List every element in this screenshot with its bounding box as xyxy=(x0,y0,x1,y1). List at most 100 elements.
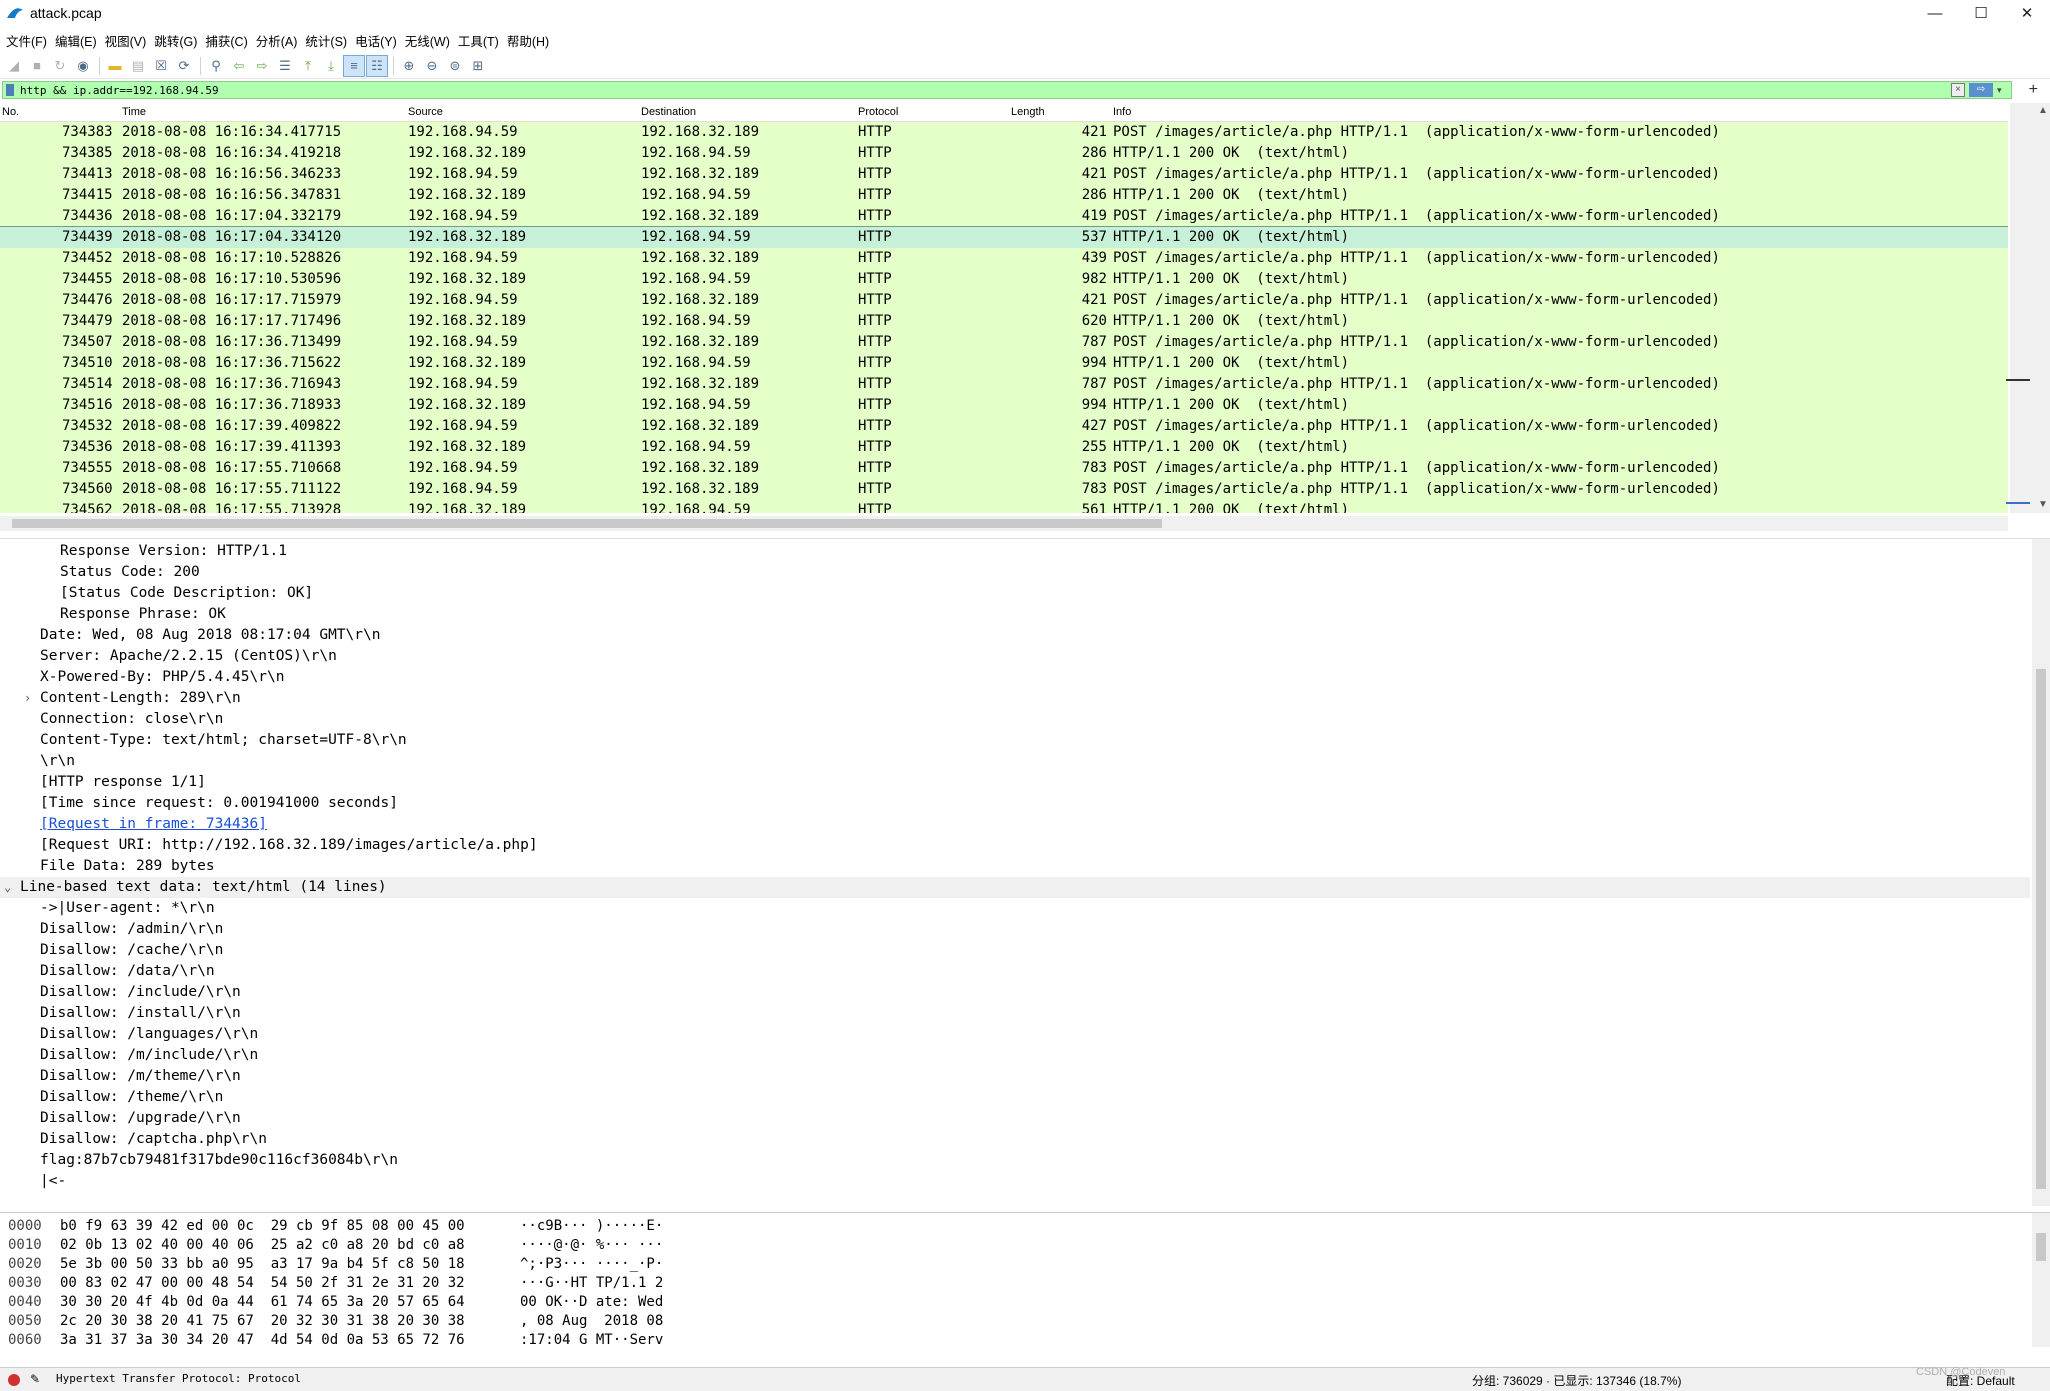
details-line[interactable]: ->|User-agent: *\r\n xyxy=(0,898,2030,919)
expert-info-icon[interactable] xyxy=(8,1374,20,1386)
reload-icon[interactable]: ⟳ xyxy=(173,55,195,77)
menu-tools[interactable]: 工具(T) xyxy=(456,29,505,52)
first-packet-icon[interactable]: ⤒ xyxy=(297,55,319,77)
menu-capture[interactable]: 捕获(C) xyxy=(203,29,253,52)
details-scrollbar[interactable] xyxy=(2032,539,2050,1206)
details-line[interactable]: Response Phrase: OK xyxy=(0,604,2030,625)
restart-icon[interactable]: ↻ xyxy=(49,55,71,77)
details-line[interactable]: Date: Wed, 08 Aug 2018 08:17:04 GMT\r\n xyxy=(0,625,2030,646)
details-line[interactable]: Status Code: 200 xyxy=(0,562,2030,583)
request-frame-link[interactable]: [Request in frame: 734436] xyxy=(40,814,267,835)
maximize-button[interactable]: ☐ xyxy=(1958,0,2004,26)
column-header-source[interactable]: Source xyxy=(408,106,443,118)
zoom-out-icon[interactable]: ⊖ xyxy=(421,55,443,77)
stop-icon[interactable]: ■ xyxy=(26,55,48,77)
edit-comment-icon[interactable]: ✎ xyxy=(30,1372,40,1386)
details-line[interactable]: Disallow: /data/\r\n xyxy=(0,961,2030,982)
details-line[interactable]: [Request in frame: 734436] xyxy=(0,814,2030,835)
packet-row[interactable]: 734562 2018-08-08 16:17:55.713928 192.168.… xyxy=(0,500,2008,513)
expand-open-icon[interactable]: ⌄ xyxy=(4,877,11,898)
packet-row[interactable]: 734536 2018-08-08 16:17:39.411393 192.168.… xyxy=(0,437,2008,458)
bookmark-icon[interactable] xyxy=(6,84,14,96)
details-line[interactable]: File Data: 289 bytes xyxy=(0,856,2030,877)
details-line[interactable]: [HTTP response 1/1] xyxy=(0,772,2030,793)
details-line[interactable]: Disallow: /upgrade/\r\n xyxy=(0,1108,2030,1129)
column-header-protocol[interactable]: Protocol xyxy=(858,106,898,118)
packet-row[interactable]: 734507 2018-08-08 16:17:36.713499 192.168.… xyxy=(0,332,2008,353)
menu-statistics[interactable]: 统计(S) xyxy=(303,29,353,52)
bytes-scrollbar[interactable] xyxy=(2032,1213,2050,1347)
details-line[interactable]: Disallow: /languages/\r\n xyxy=(0,1024,2030,1045)
scroll-down-icon[interactable]: ▼ xyxy=(2038,499,2048,510)
column-header-time[interactable]: Time xyxy=(122,106,146,118)
last-packet-icon[interactable]: ⤓ xyxy=(320,55,342,77)
details-line[interactable]: Disallow: /captcha.php\r\n xyxy=(0,1129,2030,1150)
details-line[interactable]: Disallow: /m/theme/\r\n xyxy=(0,1066,2030,1087)
scroll-up-icon[interactable]: ▲ xyxy=(2038,105,2048,116)
close-file-icon[interactable]: ☒ xyxy=(150,55,172,77)
details-line[interactable]: Disallow: /cache/\r\n xyxy=(0,940,2030,961)
menu-wireless[interactable]: 无线(W) xyxy=(403,29,456,52)
column-header-info[interactable]: Info xyxy=(1113,106,1131,118)
packet-row[interactable]: 734514 2018-08-08 16:17:36.716943 192.168.… xyxy=(0,374,2008,395)
packet-row[interactable]: 734413 2018-08-08 16:16:56.346233 192.168.… xyxy=(0,164,2008,185)
details-line[interactable]: [Time since request: 0.001941000 seconds… xyxy=(0,793,2030,814)
details-line[interactable]: \r\n xyxy=(0,751,2030,772)
close-button[interactable]: ✕ xyxy=(2004,0,2050,26)
details-line[interactable]: › Content-Length: 289\r\n xyxy=(0,688,2030,709)
column-header-no[interactable]: No. xyxy=(2,106,19,118)
details-line[interactable]: [Request URI: http://192.168.32.189/imag… xyxy=(0,835,2030,856)
menu-help[interactable]: 帮助(H) xyxy=(505,29,555,52)
display-filter-input[interactable] xyxy=(20,83,1951,97)
packet-row[interactable]: 734436 2018-08-08 16:17:04.332179 192.168.… xyxy=(0,206,2008,227)
hscroll-thumb[interactable] xyxy=(12,519,1162,528)
details-scroll-thumb[interactable] xyxy=(2036,669,2046,1189)
clear-filter-icon[interactable]: × xyxy=(1951,83,1965,97)
details-line[interactable]: flag:87b7cb79481f317bde90c116cf36084b\r\… xyxy=(0,1150,2030,1171)
column-header-destination[interactable]: Destination xyxy=(641,106,696,118)
details-line[interactable]: Disallow: /include/\r\n xyxy=(0,982,2030,1003)
details-line[interactable]: [Status Code Description: OK] xyxy=(0,583,2030,604)
menu-file[interactable]: 文件(F) xyxy=(4,29,53,52)
packet-row[interactable]: 734383 2018-08-08 16:16:34.417715 192.168.… xyxy=(0,122,2008,143)
menu-go[interactable]: 跳转(G) xyxy=(152,29,203,52)
add-filter-button[interactable]: + xyxy=(2029,81,2038,99)
apply-filter-icon[interactable]: ⇨ xyxy=(1969,83,1993,97)
details-line[interactable]: X-Powered-By: PHP/5.4.45\r\n xyxy=(0,667,2030,688)
shark-fin-start-icon[interactable]: ◢ xyxy=(3,55,25,77)
zoom-in-icon[interactable]: ⊕ xyxy=(398,55,420,77)
details-section-header[interactable]: ⌄ Line-based text data: text/html (14 lin… xyxy=(0,877,2030,898)
packet-row[interactable]: 734510 2018-08-08 16:17:36.715622 192.168.… xyxy=(0,353,2008,374)
expand-closed-icon[interactable]: › xyxy=(24,688,31,709)
menu-telephony[interactable]: 电话(Y) xyxy=(353,29,403,52)
packet-row[interactable]: 734555 2018-08-08 16:17:55.710668 192.168.… xyxy=(0,458,2008,479)
resize-columns-icon[interactable]: ⊞ xyxy=(467,55,489,77)
packet-list-hscrollbar[interactable] xyxy=(0,516,2008,531)
details-line[interactable]: Disallow: /install/\r\n xyxy=(0,1003,2030,1024)
autoscroll-icon[interactable]: ≡ xyxy=(343,54,365,77)
details-line[interactable]: Connection: close\r\n xyxy=(0,709,2030,730)
details-line[interactable]: Server: Apache/2.2.15 (CentOS)\r\n xyxy=(0,646,2030,667)
normal-size-icon[interactable]: ⊜ xyxy=(444,55,466,77)
details-line[interactable]: Response Version: HTTP/1.1 xyxy=(0,541,2030,562)
go-forward-icon[interactable]: ⇨ xyxy=(251,55,273,77)
menu-edit[interactable]: 编辑(E) xyxy=(53,29,103,52)
packet-row[interactable]: 734560 2018-08-08 16:17:55.711122 192.168.… xyxy=(0,479,2008,500)
packet-list-scrollbar[interactable]: ▲ ▼ xyxy=(2010,103,2050,513)
details-line[interactable]: Content-Type: text/html; charset=UTF-8\r… xyxy=(0,730,2030,751)
find-icon[interactable]: ⚲ xyxy=(205,55,227,77)
details-line[interactable]: |<- xyxy=(0,1171,2030,1192)
packet-row[interactable]: 734516 2018-08-08 16:17:36.718933 192.168.… xyxy=(0,395,2008,416)
packet-row[interactable]: 734455 2018-08-08 16:17:10.530596 192.168.… xyxy=(0,269,2008,290)
menu-view[interactable]: 视图(V) xyxy=(103,29,153,52)
chevron-down-icon[interactable]: ▾ xyxy=(1997,85,2007,96)
packet-row[interactable]: 734439 2018-08-08 16:17:04.334120 192.168.… xyxy=(0,226,2008,249)
details-line[interactable]: Disallow: /m/include/\r\n xyxy=(0,1045,2030,1066)
bytes-scroll-thumb[interactable] xyxy=(2036,1233,2046,1261)
packet-row[interactable]: 734479 2018-08-08 16:17:17.717496 192.168.… xyxy=(0,311,2008,332)
column-header-length[interactable]: Length xyxy=(1011,106,1045,118)
minimize-button[interactable]: — xyxy=(1912,0,1958,26)
details-line[interactable]: Disallow: /theme/\r\n xyxy=(0,1087,2030,1108)
packet-row[interactable]: 734385 2018-08-08 16:16:34.419218 192.168.… xyxy=(0,143,2008,164)
colorize-icon[interactable]: ☷ xyxy=(366,54,388,77)
